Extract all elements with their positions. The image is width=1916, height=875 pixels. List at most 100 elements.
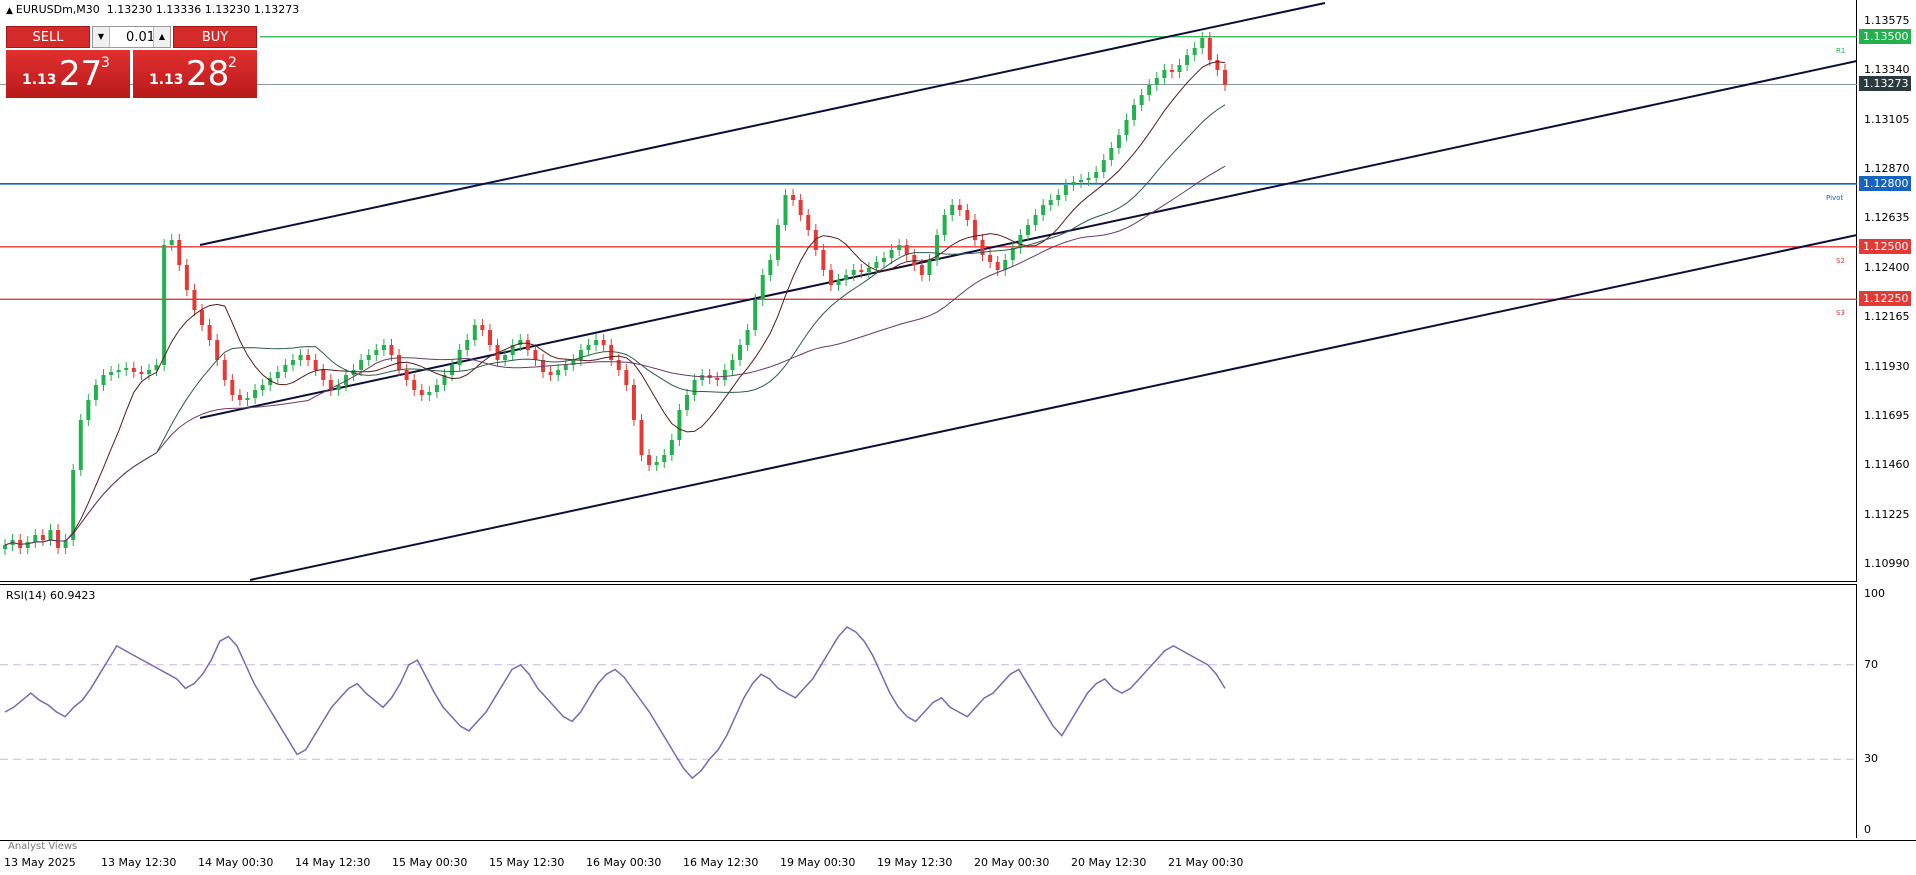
time-axis-tick: 19 May 12:30: [877, 856, 953, 869]
rsi-chart[interactable]: [0, 584, 1857, 838]
time-axis-tick: 14 May 12:30: [295, 856, 371, 869]
lot-increase-icon[interactable]: ▲: [153, 27, 170, 47]
lot-decrease-icon[interactable]: ▼: [93, 27, 110, 47]
buy-price-button[interactable]: 1.13 28 2: [133, 50, 257, 98]
candle: [389, 339, 394, 361]
candle: [1033, 209, 1038, 231]
candle-body: [465, 340, 470, 350]
candle: [586, 339, 591, 356]
candle-body: [192, 290, 197, 310]
buy-button[interactable]: BUY: [173, 26, 257, 48]
candle-body: [647, 455, 652, 465]
analyst-views-tab[interactable]: Analyst Views: [8, 841, 77, 852]
candle: [260, 379, 265, 396]
candle: [253, 384, 258, 404]
candle-body: [146, 370, 151, 374]
candle-body: [654, 462, 659, 465]
candle: [927, 254, 932, 281]
candle-body: [919, 265, 924, 275]
candle: [844, 269, 849, 286]
candle-body: [1086, 178, 1091, 180]
candle-body: [692, 380, 697, 395]
time-axis-tick: 13 May 2025: [4, 856, 76, 869]
candle: [1079, 174, 1084, 188]
candle-body: [283, 365, 288, 372]
candle: [56, 524, 61, 554]
candle-body: [1048, 200, 1053, 205]
candle: [1094, 166, 1099, 184]
rsi-axis-tick: 100: [1864, 587, 1885, 600]
lot-size-input[interactable]: [110, 28, 157, 46]
candle: [624, 364, 629, 391]
lot-size-stepper[interactable]: ▼ ▲: [92, 26, 171, 48]
candle-body: [669, 440, 674, 455]
candle: [647, 449, 652, 471]
candle: [374, 344, 379, 361]
sell-button[interactable]: SELL: [6, 26, 90, 48]
candle-body: [101, 375, 106, 385]
candle: [692, 374, 697, 401]
candle: [177, 234, 182, 271]
price-chart[interactable]: [0, 0, 1857, 582]
sell-price-big: 27: [59, 54, 103, 94]
candle: [1200, 32, 1205, 54]
candle: [775, 219, 780, 266]
collapse-triangle-icon[interactable]: ▲: [6, 6, 13, 16]
candle-body: [313, 360, 318, 370]
candle: [828, 264, 833, 291]
candle: [275, 366, 280, 384]
candle-body: [177, 240, 182, 265]
candle-body: [434, 385, 439, 392]
candle-body: [1162, 70, 1167, 78]
candle-body: [700, 375, 705, 380]
candle: [139, 366, 144, 380]
candle-body: [745, 330, 750, 345]
candle-body: [1139, 95, 1144, 105]
candle: [101, 369, 106, 391]
candle: [904, 239, 909, 261]
candle: [427, 386, 432, 401]
candle-body: [1154, 78, 1159, 85]
one-click-trading-panel: SELL ▼ ▲ BUY 1.13 27 3 1.13 28 2: [6, 26, 257, 98]
price-axis-tick: 1.12165: [1864, 310, 1910, 324]
candle-body: [412, 380, 417, 390]
sell-price-button[interactable]: 1.13 27 3: [6, 50, 130, 98]
candle: [245, 392, 250, 406]
candle: [950, 199, 955, 221]
candle-body: [1033, 215, 1038, 225]
candle: [1185, 49, 1190, 71]
candle: [753, 294, 758, 336]
candle: [1139, 89, 1144, 111]
candle: [1169, 64, 1174, 78]
candle-body: [169, 240, 174, 245]
candle-body: [222, 360, 227, 380]
candle: [1116, 129, 1121, 154]
candle: [124, 362, 129, 376]
candle-body: [594, 340, 599, 345]
chart-window[interactable]: ▲ EURUSDm,M30 1.13230 1.13336 1.13230 1.1…: [0, 0, 1916, 874]
time-axis: [0, 840, 1916, 875]
candle: [836, 274, 841, 291]
candle-body: [480, 325, 485, 330]
candle: [290, 354, 295, 371]
price-axis-tick: 1.11930: [1864, 359, 1910, 373]
candle-body: [950, 205, 955, 215]
candle-body: [972, 220, 977, 240]
candle: [131, 362, 136, 378]
candle-body: [1169, 70, 1174, 72]
candle-body: [601, 340, 606, 345]
candle: [93, 379, 98, 406]
candle-body: [472, 325, 477, 340]
candle: [1010, 242, 1015, 266]
time-axis-tick: 20 May 00:30: [974, 856, 1050, 869]
candle-body: [381, 345, 386, 350]
candle: [760, 269, 765, 306]
candle: [882, 252, 887, 268]
candle: [1215, 54, 1220, 76]
candle: [465, 334, 470, 356]
candle: [169, 234, 174, 251]
candle-body: [230, 380, 235, 395]
candle-body: [995, 262, 1000, 270]
candle-body: [298, 355, 303, 360]
candle: [1109, 142, 1114, 166]
